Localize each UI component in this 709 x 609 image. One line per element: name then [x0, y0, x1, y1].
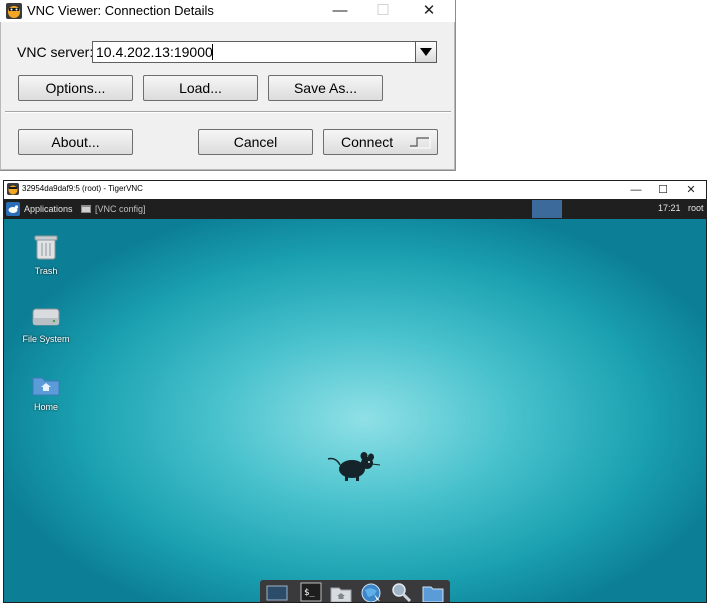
tigervnc-app-icon [7, 183, 19, 195]
vnc-server-input[interactable]: 10.4.202.13:19000 [92, 41, 437, 63]
server-history-dropdown-button[interactable] [415, 41, 437, 63]
xfce-mouse-logo [327, 452, 381, 481]
bottom-dock: $_ [260, 580, 450, 602]
desktop-icon-label: Home [33, 402, 58, 412]
cancel-button[interactable]: Cancel [198, 129, 313, 155]
return-key-icon [410, 136, 431, 149]
trash-icon [34, 235, 58, 260]
chevron-down-icon [420, 48, 432, 56]
desktop-icon-file-system[interactable]: File System [16, 303, 76, 344]
xfce-top-panel: Applications [VNC config] 17:21 root [4, 199, 706, 219]
panel-user[interactable]: root [688, 203, 704, 213]
vnc-maximize-button[interactable]: ☐ [648, 181, 678, 199]
desktop-icon-label: File System [22, 334, 70, 344]
connect-button-label: Connect [341, 134, 394, 150]
desktop-icon-trash[interactable]: Trash [16, 233, 76, 276]
tigervnc-window: 32954da9daf9:5 (root) - TigerVNC — ☐ ✕ A… [3, 180, 707, 603]
xfce-mouse-icon [6, 202, 20, 216]
file-manager-icon[interactable] [330, 582, 352, 602]
taskbar-item-label: [VNC config] [95, 204, 146, 214]
desktop-icon-label: Trash [34, 266, 58, 276]
options-button[interactable]: Options... [18, 75, 133, 101]
dialog-minimize-button[interactable]: — [319, 0, 361, 22]
dialog-titlebar: VNC Viewer: Connection Details — ☐ ✕ [0, 0, 455, 22]
vnc-server-label: VNC server: [17, 44, 94, 60]
save-as-button[interactable]: Save As... [268, 75, 383, 101]
vnc-minimize-button[interactable]: — [621, 181, 651, 199]
vnc-close-button[interactable]: ✕ [676, 181, 706, 199]
dialog-divider [5, 111, 451, 113]
folder-icon[interactable] [422, 582, 444, 602]
panel-clock[interactable]: 17:21 [658, 203, 681, 213]
terminal-icon[interactable]: $_ [300, 582, 322, 602]
dialog-close-button[interactable]: ✕ [408, 0, 450, 22]
text-caret [212, 44, 213, 60]
applications-label: Applications [24, 204, 73, 214]
vnc-server-value: 10.4.202.13:19000 [96, 44, 213, 60]
folder-icon [32, 377, 60, 396]
web-browser-icon[interactable] [360, 582, 382, 602]
connection-details-dialog: VNC Viewer: Connection Details — ☐ ✕ VNC… [0, 0, 456, 171]
vnc-window-titlebar: 32954da9daf9:5 (root) - TigerVNC — ☐ ✕ [4, 181, 706, 199]
svg-text:$_: $_ [304, 588, 315, 598]
window-icon [81, 205, 91, 213]
tigervnc-app-icon [6, 3, 22, 19]
search-icon[interactable] [390, 582, 412, 602]
applications-menu-button[interactable]: Applications [6, 200, 73, 218]
dialog-maximize-button[interactable]: ☐ [362, 0, 404, 22]
remote-desktop[interactable]: Trash File System Home $_ [4, 219, 706, 602]
workspace-switcher[interactable] [532, 200, 562, 218]
taskbar-item-vnc-config[interactable]: [VNC config] [81, 200, 146, 218]
vnc-window-title: 32954da9daf9:5 (root) - TigerVNC [22, 184, 143, 193]
desktop-icon-home[interactable]: Home [16, 373, 76, 412]
desktop-icon[interactable] [266, 582, 288, 602]
drive-icon [32, 308, 60, 326]
load-button[interactable]: Load... [143, 75, 258, 101]
dialog-title: VNC Viewer: Connection Details [27, 3, 214, 18]
about-button[interactable]: About... [18, 129, 133, 155]
connect-button[interactable]: Connect [323, 129, 438, 155]
